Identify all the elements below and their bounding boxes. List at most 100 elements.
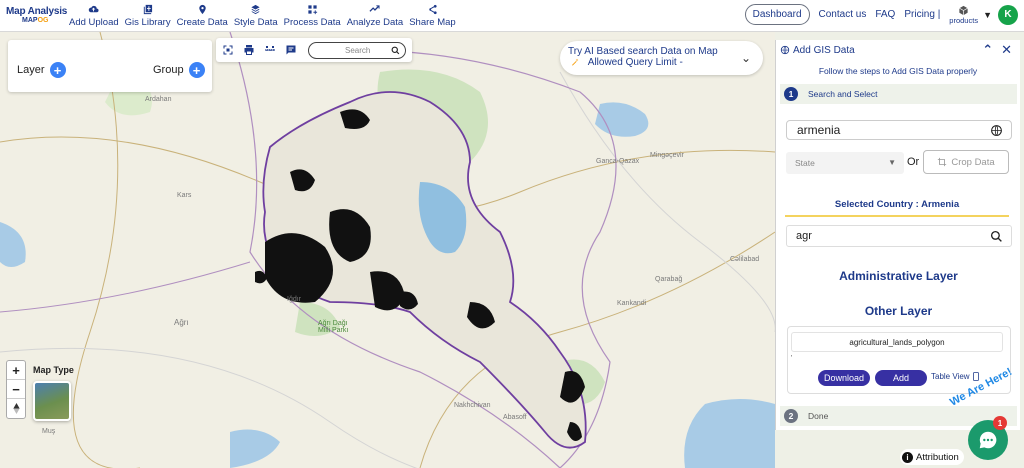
ai-search-title: Try AI Based search Data on Map — [568, 46, 718, 57]
analyze-icon — [369, 4, 380, 12]
layer-label: Layer — [17, 64, 45, 76]
crop-icon — [938, 157, 947, 167]
logo-subtitle: MAPOG — [22, 17, 66, 24]
layer-search-input[interactable]: agr — [786, 225, 1012, 247]
nav-analyze-data[interactable]: Analyze Data — [344, 0, 407, 32]
compass-icon — [12, 403, 20, 414]
comment-icon[interactable] — [285, 44, 297, 56]
crop-data-button[interactable]: Crop Data — [923, 150, 1009, 174]
place-label: Kankandi — [617, 300, 647, 307]
nav-label: Share Map — [409, 16, 456, 28]
location-pin-icon — [198, 4, 206, 14]
chat-notification-badge: 1 — [993, 416, 1007, 430]
zoom-in-button[interactable]: + — [7, 361, 25, 380]
dropdown-arrow-icon: ▼ — [888, 158, 896, 167]
pricing-link[interactable]: Pricing | — [904, 9, 940, 20]
main-nav: Add Upload Gis Library Create Data Style… — [66, 0, 459, 32]
collapse-icon[interactable]: ⌃ — [982, 43, 993, 56]
attribution-button[interactable]: i Attribution — [900, 449, 964, 465]
fit-extent-icon[interactable] — [222, 44, 234, 56]
user-avatar[interactable]: K — [998, 4, 1018, 25]
magic-wand-icon — [572, 58, 579, 66]
table-view-button[interactable]: Table View — [931, 372, 980, 381]
measure-icon[interactable] — [264, 44, 276, 56]
map-search-input[interactable]: Search — [308, 41, 406, 59]
search-icon[interactable] — [990, 230, 1003, 243]
step-number: 1 — [784, 87, 798, 101]
nav-label: Process Data — [283, 16, 341, 28]
place-label: Qarabağ — [655, 276, 683, 283]
dashboard-button[interactable]: Dashboard — [744, 4, 810, 25]
products-label: products — [949, 15, 979, 25]
nav-process-data[interactable]: Process Data — [281, 0, 344, 32]
search-placeholder: Search — [345, 45, 371, 55]
crop-label: Crop Data — [951, 156, 995, 168]
zoom-out-button[interactable]: − — [7, 380, 25, 399]
nav-gis-library[interactable]: Gis Library — [122, 0, 174, 32]
logo-map: MAP — [22, 17, 38, 24]
map-canvas[interactable]: Ardahan Kars Iğdır Ağrı Dağı Milli Parkı… — [0, 32, 775, 468]
ai-search-banner[interactable]: Try AI Based search Data on Map Allowed … — [560, 41, 763, 75]
app-logo[interactable]: Map Analysis MAPOG — [0, 6, 68, 25]
attribution-label: Attribution — [916, 451, 959, 463]
place-label: Cəlilabad — [730, 256, 760, 263]
top-right-menu: Dashboard Contact us FAQ Pricing | produ… — [744, 4, 1018, 25]
table-view-label: Table View — [931, 372, 970, 381]
step-search-select[interactable]: 1 Search and Select — [780, 84, 1017, 104]
nav-create-data[interactable]: Create Data — [174, 0, 231, 32]
print-icon[interactable] — [243, 44, 255, 56]
faq-link[interactable]: FAQ — [875, 9, 895, 20]
map-type-switcher[interactable] — [33, 381, 71, 421]
place-label: Kars — [177, 192, 192, 199]
download-button[interactable]: Download — [818, 370, 870, 386]
panel-title: Add GIS Data — [793, 44, 855, 56]
selected-country: Selected Country : Armenia — [785, 190, 1009, 217]
process-icon — [308, 4, 317, 14]
nav-label: Analyze Data — [346, 16, 404, 28]
chevron-down-icon[interactable]: ⌄ — [741, 51, 751, 65]
layer-result-mark: ' — [791, 355, 793, 362]
place-label: Ganca-Qazax — [596, 158, 640, 165]
layer-result-name[interactable]: agricultural_lands_polygon — [791, 332, 1003, 352]
map-toolbar: Search — [216, 38, 412, 62]
state-select[interactable]: State ▼ — [786, 152, 904, 174]
products-menu[interactable]: products — [949, 5, 978, 25]
nav-style-data[interactable]: Style Data — [231, 0, 281, 32]
layer-search-value: agr — [796, 230, 812, 242]
place-label: Abasoff — [503, 414, 527, 421]
step-label: Done — [808, 411, 829, 421]
other-layer-heading[interactable]: Other Layer — [776, 304, 1021, 318]
add-layer-button[interactable]: + — [49, 62, 66, 78]
nav-label: Style Data — [233, 16, 278, 28]
nav-share-map[interactable]: Share Map — [406, 0, 458, 32]
share-icon — [429, 4, 437, 14]
logo-title: Map Analysis — [6, 6, 68, 17]
add-layer-to-map-button[interactable]: Add — [875, 370, 927, 386]
logo-og: OG — [37, 17, 49, 24]
panel-header: Add GIS Data ⌃ ✕ — [776, 40, 1020, 60]
basemap — [0, 32, 775, 468]
layer-group-panel: Layer + Group + — [8, 40, 212, 92]
chevron-down-icon[interactable]: ▼ — [983, 10, 992, 20]
nav-add-upload[interactable]: Add Upload — [66, 0, 122, 32]
country-search-input[interactable]: armenia — [786, 120, 1012, 140]
place-label: Ağrı Dağı Milli Parkı — [318, 320, 349, 334]
step-number: 2 — [784, 409, 798, 423]
group-label: Group — [153, 64, 184, 76]
place-label: Nakhchivan — [454, 402, 491, 409]
step-label: Search and Select — [808, 89, 878, 99]
add-group-button[interactable]: + — [188, 62, 205, 78]
administrative-layer-heading[interactable]: Administrative Layer — [776, 269, 1021, 283]
place-label: Ağrı — [174, 318, 189, 327]
close-icon[interactable]: ✕ — [1001, 43, 1012, 56]
place-label: Iğdır — [287, 296, 302, 303]
add-gis-data-panel: Add GIS Data ⌃ ✕ Follow the steps to Add… — [775, 40, 1020, 430]
globe-icon[interactable] — [990, 124, 1003, 137]
state-placeholder: State — [795, 158, 815, 168]
panel-controls: ⌃ ✕ — [974, 43, 1012, 56]
contact-link[interactable]: Contact us — [819, 9, 867, 20]
compass-button[interactable] — [7, 399, 25, 418]
top-navbar: Map Analysis MAPOG Add Upload Gis Librar… — [0, 0, 1024, 32]
layer-control: Layer + — [17, 62, 66, 78]
ai-query-limit: Allowed Query Limit - — [571, 57, 763, 68]
